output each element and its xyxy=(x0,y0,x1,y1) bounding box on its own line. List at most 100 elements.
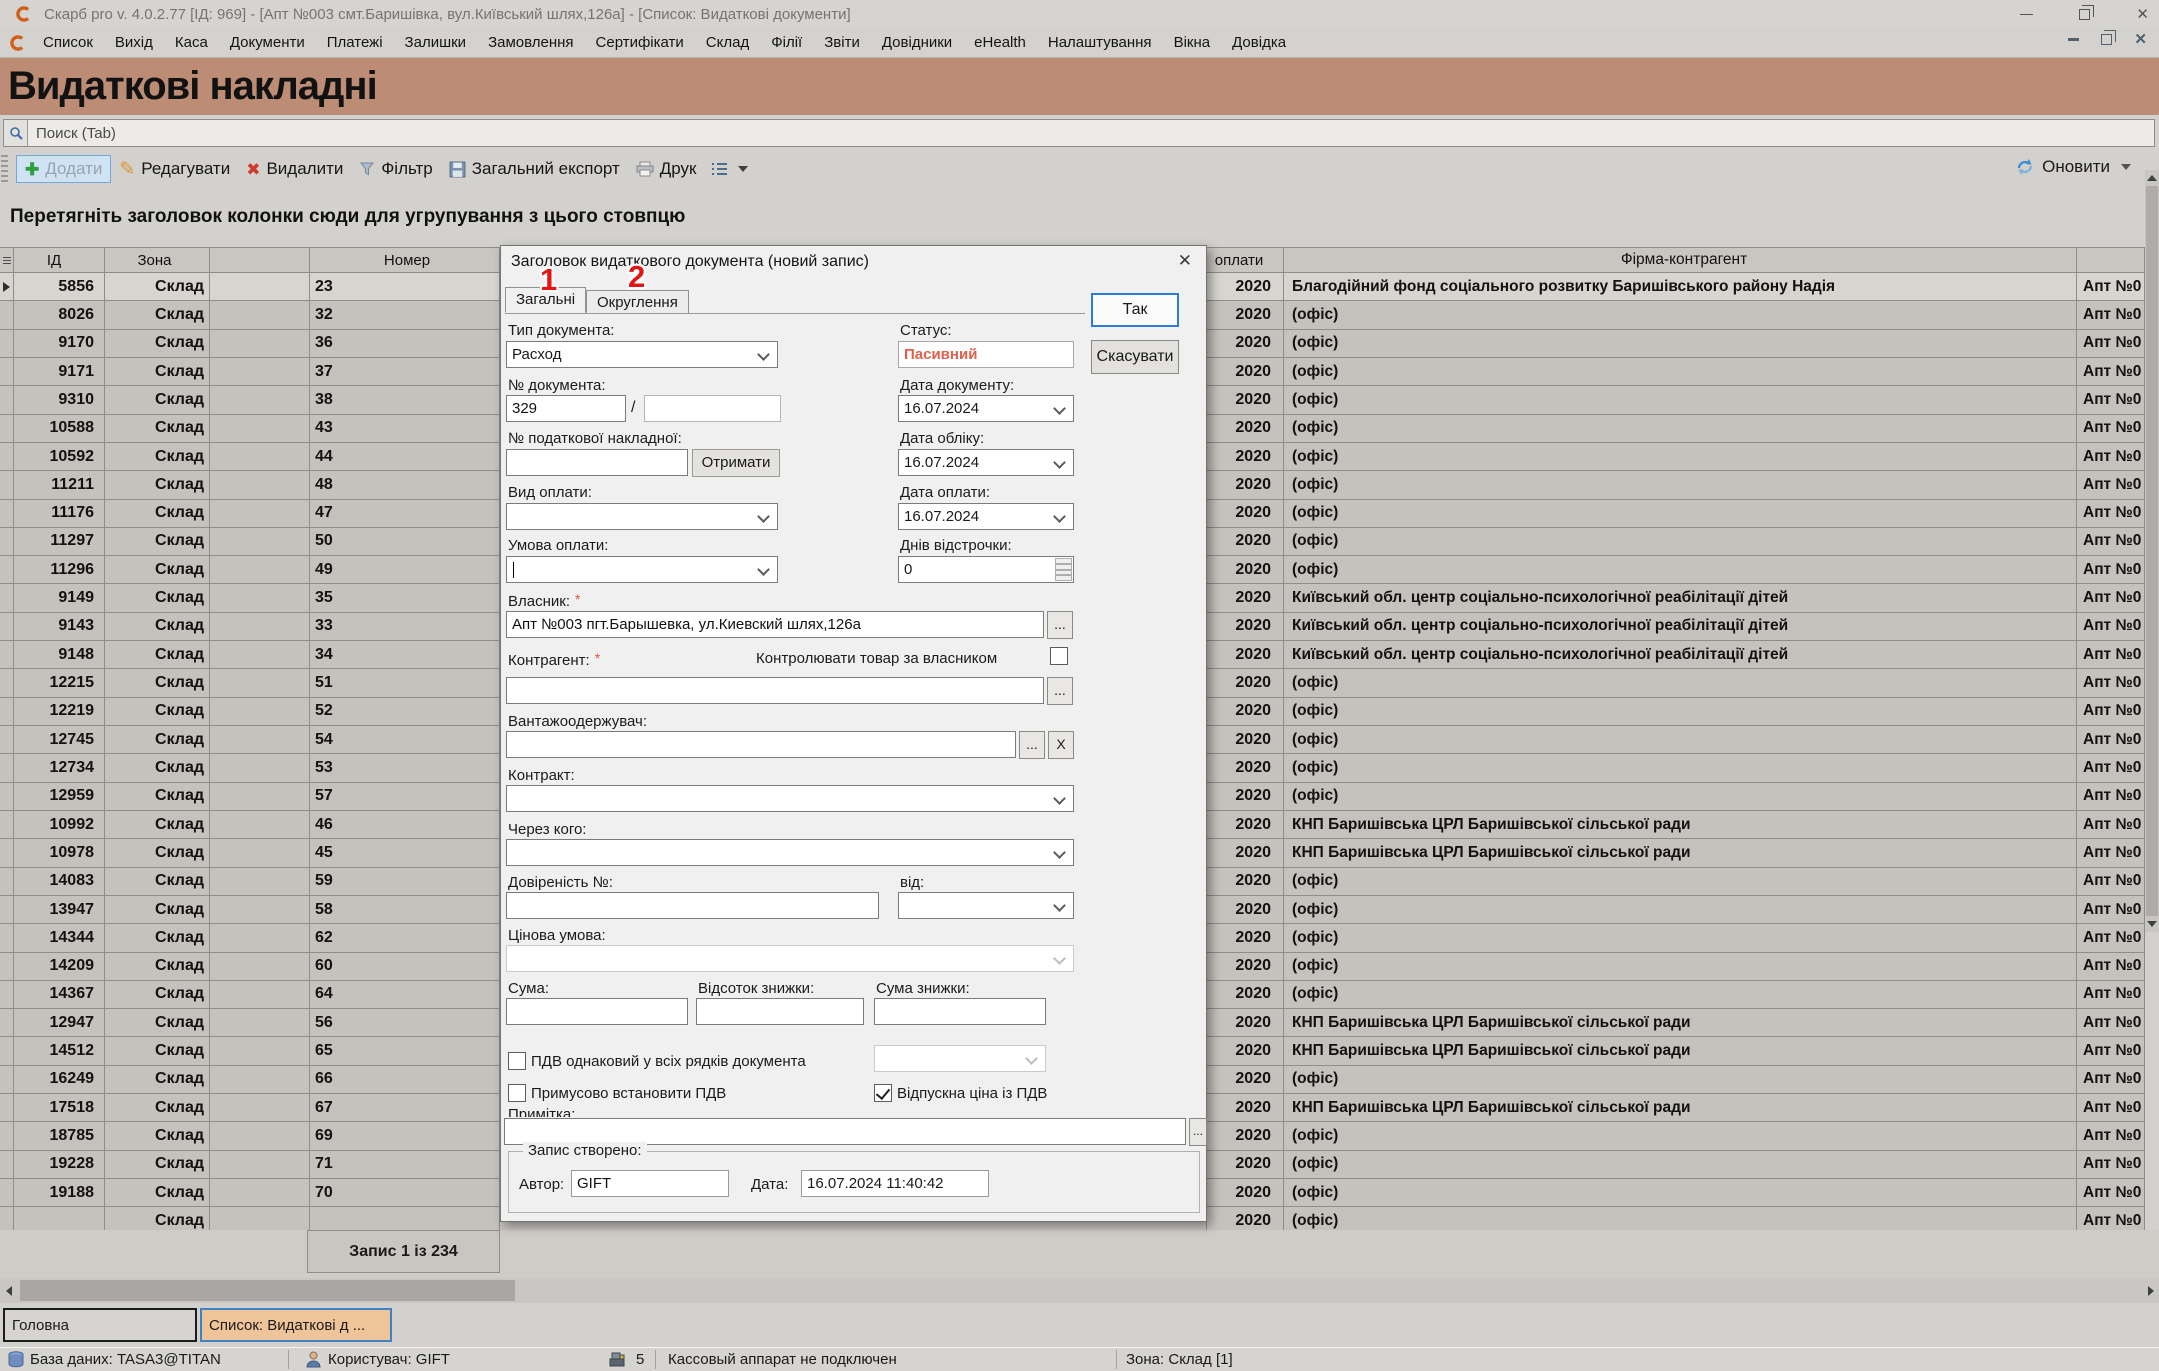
menu-item[interactable]: eHealth xyxy=(963,34,1037,51)
doc-date-combo[interactable]: 16.07.2024 xyxy=(898,395,1074,422)
filter-button[interactable]: Фільтр xyxy=(351,156,440,182)
menu-item[interactable]: Каса xyxy=(164,34,219,51)
doc-no-input[interactable] xyxy=(506,395,626,422)
search-icon[interactable] xyxy=(4,120,28,146)
menu-item[interactable]: Вихід xyxy=(104,34,164,51)
vat-force-checkbox[interactable] xyxy=(508,1084,526,1102)
menu-item[interactable]: Сертифікати xyxy=(585,34,695,51)
menu-item[interactable]: Вікна xyxy=(1163,34,1222,51)
owner-browse-button[interactable]: ... xyxy=(1047,611,1073,639)
tab-home[interactable]: Головна xyxy=(3,1308,197,1342)
cell-pay: 2020 xyxy=(1207,443,1284,471)
spin-down-icon[interactable] xyxy=(1055,570,1072,582)
delete-button[interactable]: ✖ Видалити xyxy=(238,156,351,182)
horizontal-scroll-thumb[interactable] xyxy=(20,1280,515,1301)
menu-item[interactable]: Платежі xyxy=(316,34,394,51)
vat-incl-checkbox[interactable] xyxy=(874,1084,892,1102)
edit-button[interactable]: ✎ Редагувати xyxy=(111,156,238,182)
menu-item[interactable]: Замовлення xyxy=(477,34,584,51)
discount-pct-input[interactable] xyxy=(696,998,864,1025)
doc-no-suffix-input[interactable] xyxy=(644,395,781,422)
cancel-button[interactable]: Скасувати xyxy=(1091,340,1179,374)
consignee-input[interactable] xyxy=(506,731,1016,758)
menu-item[interactable]: Налаштування xyxy=(1037,34,1163,51)
add-button[interactable]: ✚ Додати xyxy=(16,155,111,183)
menu-item[interactable]: Документи xyxy=(219,34,316,51)
created-group-label: Запис створено: xyxy=(523,1142,647,1159)
cell-marker xyxy=(0,471,14,499)
consignee-clear-button[interactable]: X xyxy=(1048,731,1074,759)
from-combo[interactable] xyxy=(898,892,1074,919)
header-blank[interactable] xyxy=(210,248,310,273)
author-input[interactable] xyxy=(571,1170,729,1197)
search-input[interactable] xyxy=(3,119,2155,147)
consignee-browse-button[interactable]: ... xyxy=(1019,731,1045,759)
mdi-restore-icon[interactable] xyxy=(2101,34,2112,45)
view-options-button[interactable] xyxy=(704,159,756,179)
header-id[interactable]: ІД xyxy=(14,248,105,273)
restore-icon[interactable] xyxy=(2079,9,2090,20)
grid-menu-icon[interactable] xyxy=(3,260,11,261)
scroll-down-icon[interactable] xyxy=(2145,916,2159,932)
spin-up-icon[interactable] xyxy=(1055,558,1072,570)
menu-item[interactable]: Список xyxy=(32,34,104,51)
proxy-input[interactable] xyxy=(506,892,879,919)
export-button[interactable]: Загальний експорт xyxy=(441,156,628,182)
contract-combo[interactable] xyxy=(506,785,1074,812)
acc-date-combo[interactable]: 16.07.2024 xyxy=(898,449,1074,476)
menu-item[interactable]: Філії xyxy=(760,34,813,51)
vertical-scroll-thumb[interactable] xyxy=(2146,186,2158,916)
cell-apt: Апт №0 xyxy=(2077,1009,2145,1037)
ok-button[interactable]: Так xyxy=(1091,293,1179,327)
toolbar-grip[interactable] xyxy=(1,155,8,183)
refresh-chevron-icon xyxy=(2121,164,2131,170)
tab-list-documents[interactable]: Список: Видаткові д ... xyxy=(200,1308,392,1342)
scroll-up-icon[interactable] xyxy=(2145,170,2159,186)
pay-kind-combo[interactable] xyxy=(506,503,778,530)
tax-no-input[interactable] xyxy=(506,449,688,476)
contragent-browse-button[interactable]: ... xyxy=(1047,677,1073,705)
scroll-left-icon[interactable] xyxy=(0,1278,17,1303)
note-browse-button[interactable]: ... xyxy=(1189,1118,1207,1146)
doc-type-combo[interactable]: Расход xyxy=(506,341,778,368)
horizontal-scrollbar[interactable] xyxy=(0,1278,2159,1303)
vertical-scrollbar[interactable] xyxy=(2145,170,2159,932)
sum-input[interactable] xyxy=(506,998,688,1025)
menu-item[interactable]: Довідка xyxy=(1221,34,1297,51)
close-icon[interactable]: ✕ xyxy=(2136,7,2149,22)
header-number[interactable]: Номер xyxy=(310,248,500,273)
header-apt[interactable] xyxy=(2077,248,2145,273)
control-by-owner-checkbox[interactable] xyxy=(1050,647,1068,665)
dialog-close-icon[interactable]: ✕ xyxy=(1178,251,1192,271)
get-button[interactable]: Отримати xyxy=(692,449,780,477)
menu-item[interactable]: Звіти xyxy=(813,34,871,51)
contragent-input[interactable] xyxy=(506,677,1044,704)
print-button[interactable]: Друк xyxy=(628,156,705,182)
header-zone[interactable]: Зона xyxy=(105,248,210,273)
menu-item[interactable]: Склад xyxy=(695,34,760,51)
page-title: Видаткові накладні xyxy=(0,58,2159,109)
menu-item[interactable]: Залишки xyxy=(394,34,478,51)
note-input[interactable] xyxy=(504,1118,1186,1145)
app-logo-icon xyxy=(14,5,32,23)
menu-item[interactable]: Довідники xyxy=(871,34,963,51)
cell-blank xyxy=(210,386,310,414)
minimize-icon[interactable] xyxy=(2020,14,2033,15)
cell-firm: КНП Баришівська ЦРЛ Баришівської сільськ… xyxy=(1284,1094,2077,1122)
cell-pay: 2020 xyxy=(1207,471,1284,499)
pay-term-combo[interactable] xyxy=(506,556,778,583)
mdi-minimize-icon[interactable] xyxy=(2068,38,2079,41)
vat-same-checkbox[interactable] xyxy=(508,1052,526,1070)
header-firm[interactable]: Фірма-контрагент xyxy=(1284,248,2077,273)
delay-days-stepper[interactable]: 0 xyxy=(898,556,1074,583)
discount-sum-input[interactable] xyxy=(874,998,1046,1025)
via-combo[interactable] xyxy=(506,839,1074,866)
scroll-right-icon[interactable] xyxy=(2142,1278,2159,1303)
owner-input[interactable] xyxy=(506,611,1044,638)
cell-blank xyxy=(210,1179,310,1207)
header-pay-date[interactable]: оплати xyxy=(1207,248,1284,273)
pay-date-combo[interactable]: 16.07.2024 xyxy=(898,503,1074,530)
refresh-button[interactable]: Оновити xyxy=(2015,157,2131,177)
tab-divider xyxy=(505,313,1085,314)
mdi-close-icon[interactable]: ✕ xyxy=(2134,32,2147,47)
